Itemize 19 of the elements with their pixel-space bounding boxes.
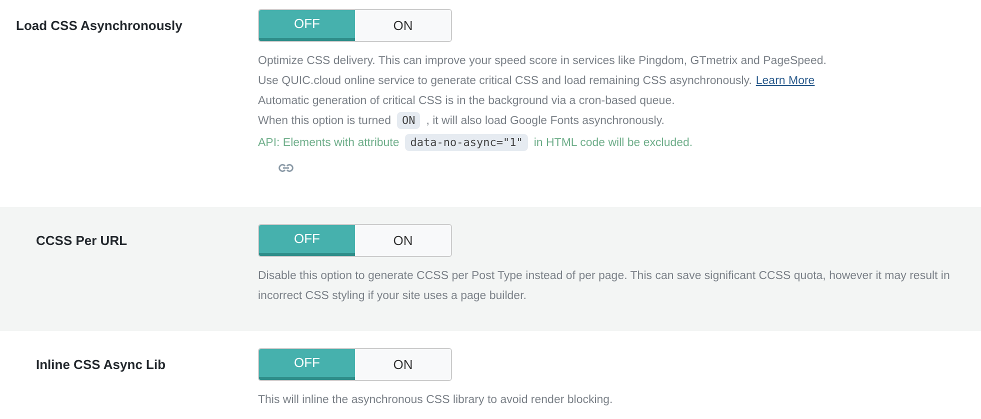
code-snippet: data-no-async="1" [405, 134, 528, 151]
link-icon[interactable] [278, 163, 294, 173]
toggle-option[interactable]: ON [355, 349, 451, 380]
description-text: When this option is turned [258, 115, 391, 127]
description-text: This will inline the asynchronous CSS library to avoid render blocking. [258, 394, 613, 406]
code-snippet: ON [396, 112, 420, 129]
setting-label: CCSS Per URL [36, 232, 128, 250]
description-text: Use QUIC.cloud online service to generate critical CSS and load remaining CSS asynchronously. [258, 75, 752, 87]
toggle-option[interactable]: ON [355, 10, 451, 41]
description-text: Disable this option to generate CCSS per Post Type instead of per page. This can save significant CCSS quota, however it may result in incorrect CSS styling if your site uses a page builder. [258, 270, 950, 302]
description-text: Optimize CSS delivery. This can improve your speed score in services like Pingdom, GTmetrix and PageSpeed. [258, 55, 826, 67]
toggle-option[interactable]: ON [355, 225, 451, 256]
setting-label: Inline CSS Async Lib [36, 356, 166, 374]
description-text: , it will also load Google Fonts asynchronously. [426, 115, 664, 127]
learn-more-link[interactable]: Learn More [756, 75, 815, 87]
description-text: in HTML code will be excluded. [534, 137, 693, 149]
description-text: API: Elements with attribute [258, 137, 400, 149]
setting-label: Load CSS Asynchronously [16, 17, 182, 35]
description-text: Automatic generation of critical CSS is in the background via a cron-based queue. [258, 95, 675, 107]
